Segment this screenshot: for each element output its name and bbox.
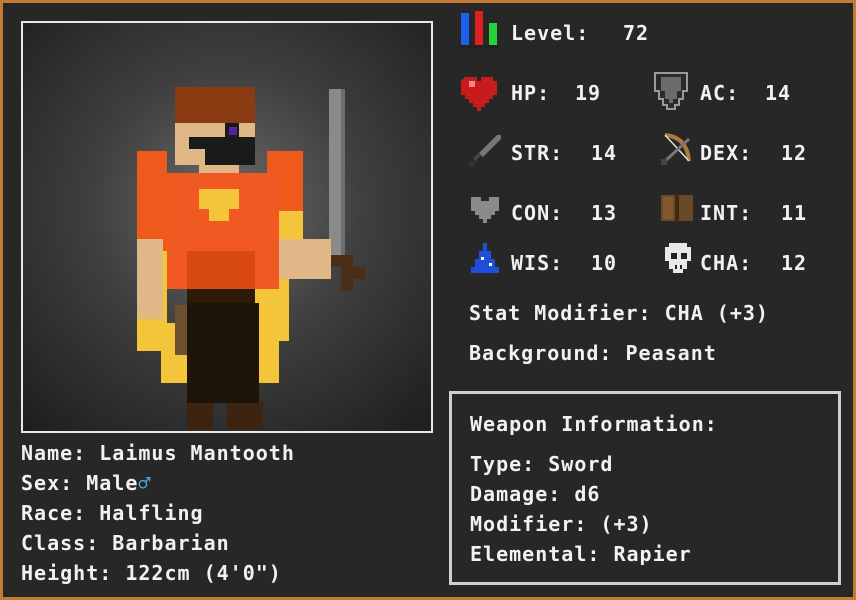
level-value: 72	[623, 21, 650, 45]
con-value: 13	[591, 201, 618, 225]
stone-heart-icon	[469, 193, 505, 229]
background: Background: Peasant	[469, 341, 717, 365]
cha-label: CHA:	[700, 251, 753, 275]
level-label: Level:	[511, 21, 590, 45]
character-portrait	[21, 21, 433, 433]
cha-value: 12	[781, 251, 808, 275]
character-race: Race: Halfling	[21, 501, 204, 525]
weapon-title: Weapon Information:	[470, 412, 718, 436]
weapon-type: Type: Sword	[470, 452, 614, 476]
character-sheet: Level: 72 HP: 19 AC: 14 STR: 14 DEX: 12 …	[0, 0, 856, 600]
character-height: Height: 122cm (4'0")	[21, 561, 282, 585]
ac-label: AC:	[700, 81, 740, 105]
weapon-modifier: Modifier: (+3)	[470, 512, 653, 536]
int-value: 11	[781, 201, 808, 225]
con-label: CON:	[511, 201, 564, 225]
dex-label: DEX:	[700, 141, 753, 165]
character-name: Name: Laimus Mantooth	[21, 441, 295, 465]
weapon-elemental: Elemental: Rapier	[470, 542, 692, 566]
skull-icon	[663, 241, 699, 277]
shield-icon	[653, 71, 689, 110]
bow-icon	[659, 131, 695, 167]
male-symbol-icon: ♂	[138, 471, 152, 495]
str-value: 14	[591, 141, 618, 165]
level-bars-icon	[459, 11, 499, 49]
hp-label: HP:	[511, 81, 551, 105]
wis-value: 10	[591, 251, 618, 275]
ac-value: 14	[765, 81, 792, 105]
character-class: Class: Barbarian	[21, 531, 230, 555]
wis-label: WIS:	[511, 251, 564, 275]
character-sex: Sex: Male♂	[21, 471, 151, 495]
dex-value: 12	[781, 141, 808, 165]
str-label: STR:	[511, 141, 564, 165]
character-sprite	[137, 87, 365, 429]
book-icon	[659, 191, 695, 227]
sex-label: Sex: Male	[21, 471, 139, 495]
wizard-hat-icon	[469, 241, 505, 277]
int-label: INT:	[700, 201, 753, 225]
heart-icon	[461, 73, 497, 111]
sword-icon	[467, 133, 503, 169]
stat-modifier: Stat Modifier: CHA (+3)	[469, 301, 769, 325]
hp-value: 19	[575, 81, 602, 105]
weapon-damage: Damage: d6	[470, 482, 601, 506]
weapon-info-panel: Weapon Information: Type: Sword Damage: …	[449, 391, 841, 585]
